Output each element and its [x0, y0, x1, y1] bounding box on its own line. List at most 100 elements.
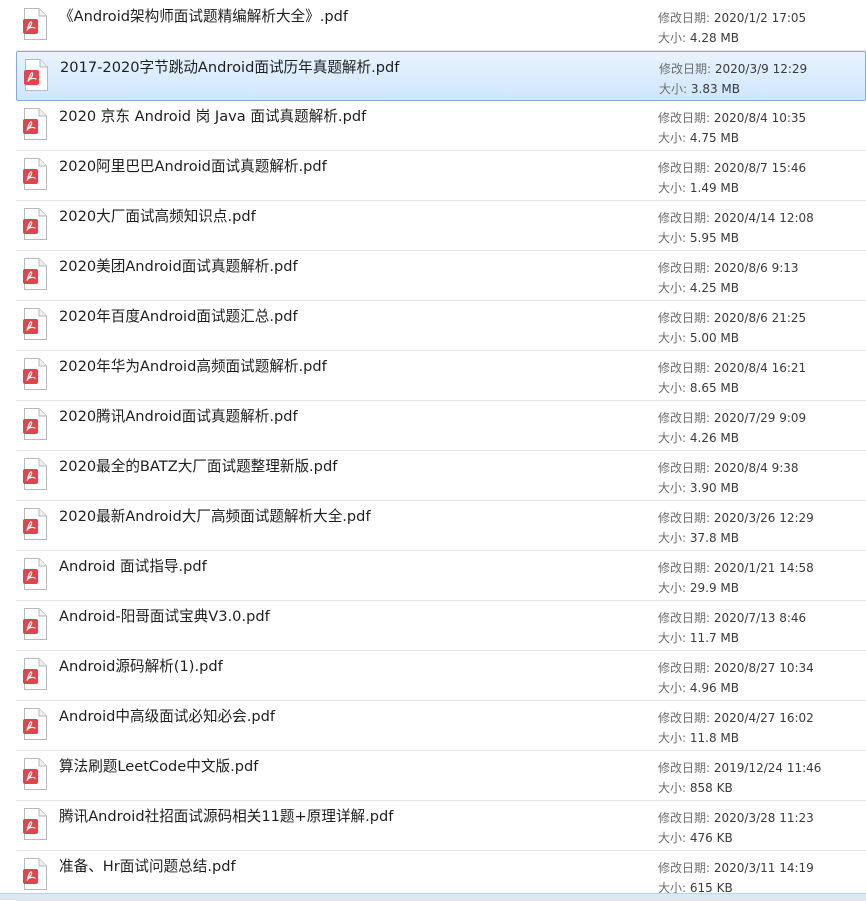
file-row[interactable]: Android 面试指导.pdf 修改日期: 2020/1/21 14:58 大… — [16, 551, 866, 601]
pdf-file-icon — [23, 808, 47, 840]
modified-label: 修改日期: — [658, 661, 711, 675]
file-name: Android中高级面试必知必会.pdf — [59, 708, 276, 725]
size-label: 大小: — [658, 31, 687, 45]
file-size: 大小: 3.90 MB — [658, 481, 739, 495]
modified-date: 修改日期: 2020/4/27 16:02 — [658, 711, 814, 725]
size-value: 4.75 MB — [689, 131, 739, 145]
file-size: 大小: 4.96 MB — [658, 681, 739, 695]
pdf-file-icon — [23, 608, 47, 640]
file-row[interactable]: Android源码解析(1).pdf 修改日期: 2020/8/27 10:34… — [16, 651, 866, 701]
file-row[interactable]: 2020阿里巴巴Android面试真题解析.pdf 修改日期: 2020/8/7… — [16, 151, 866, 201]
modified-value: 2020/8/4 10:35 — [713, 111, 807, 125]
modified-value: 2020/8/4 9:38 — [713, 461, 799, 475]
file-row[interactable]: 腾讯Android社招面试源码相关11题+原理详解.pdf 修改日期: 2020… — [16, 801, 866, 851]
modified-date: 修改日期: 2020/8/6 21:25 — [658, 311, 806, 325]
file-row[interactable]: Android中高级面试必知必会.pdf 修改日期: 2020/4/27 16:… — [16, 701, 866, 751]
file-name: 2020年百度Android面试题汇总.pdf — [59, 308, 298, 325]
modified-date: 修改日期: 2020/8/4 16:21 — [658, 361, 806, 375]
file-row[interactable]: 2017-2020字节跳动Android面试历年真题解析.pdf 修改日期: 2… — [16, 51, 866, 101]
modified-value: 2020/4/27 16:02 — [713, 711, 814, 725]
size-value: 11.7 MB — [689, 631, 739, 645]
pdf-file-icon — [23, 508, 47, 540]
file-row[interactable]: 2020 京东 Android 岗 Java 面试真题解析.pdf 修改日期: … — [16, 101, 866, 151]
file-size: 大小: 29.9 MB — [658, 581, 739, 595]
file-name: 2020最全的BATZ大厂面试题整理新版.pdf — [59, 458, 338, 475]
modified-date: 修改日期: 2020/8/27 10:34 — [658, 661, 814, 675]
modified-value: 2019/12/24 11:46 — [713, 761, 822, 775]
file-size: 大小: 4.26 MB — [658, 431, 739, 445]
modified-date: 修改日期: 2020/8/7 15:46 — [658, 161, 806, 175]
modified-date: 修改日期: 2020/1/2 17:05 — [658, 11, 806, 25]
file-row[interactable]: 2020年华为Android高频面试题解析.pdf 修改日期: 2020/8/4… — [16, 351, 866, 401]
modified-value: 2020/4/14 12:08 — [713, 211, 814, 225]
modified-label: 修改日期: — [658, 161, 711, 175]
modified-label: 修改日期: — [658, 411, 711, 425]
size-value: 5.00 MB — [689, 331, 739, 345]
modified-date: 修改日期: 2020/8/4 9:38 — [658, 461, 799, 475]
file-size: 大小: 1.49 MB — [658, 181, 739, 195]
file-size: 大小: 858 KB — [658, 781, 733, 795]
size-label: 大小: — [658, 781, 687, 795]
modified-label: 修改日期: — [658, 511, 711, 525]
modified-value: 2020/7/29 9:09 — [713, 411, 807, 425]
modified-label: 修改日期: — [658, 211, 711, 225]
file-name: 算法刷题LeetCode中文版.pdf — [59, 758, 259, 775]
modified-label: 修改日期: — [658, 861, 711, 875]
file-size: 大小: 3.83 MB — [659, 82, 740, 96]
pdf-file-icon — [23, 358, 47, 390]
size-label: 大小: — [658, 681, 687, 695]
file-name: 2020 京东 Android 岗 Java 面试真题解析.pdf — [59, 108, 367, 125]
file-row[interactable]: 2020美团Android面试真题解析.pdf 修改日期: 2020/8/6 9… — [16, 251, 866, 301]
modified-date: 修改日期: 2020/3/28 11:23 — [658, 811, 814, 825]
file-row[interactable]: Android-阳哥面试宝典V3.0.pdf 修改日期: 2020/7/13 8… — [16, 601, 866, 651]
file-row[interactable]: 《Android架构师面试题精编解析大全》.pdf 修改日期: 2020/1/2… — [16, 1, 866, 51]
size-value: 8.65 MB — [689, 381, 739, 395]
file-name: 2020年华为Android高频面试题解析.pdf — [59, 358, 327, 375]
file-name: Android源码解析(1).pdf — [59, 658, 223, 675]
modified-label: 修改日期: — [658, 611, 711, 625]
size-label: 大小: — [658, 481, 687, 495]
file-name: 2020大厂面试高频知识点.pdf — [59, 208, 256, 225]
size-label: 大小: — [658, 431, 687, 445]
modified-label: 修改日期: — [658, 311, 711, 325]
pdf-file-icon — [23, 208, 47, 240]
file-name: 准备、Hr面试问题总结.pdf — [59, 858, 236, 875]
pdf-file-icon — [23, 458, 47, 490]
size-label: 大小: — [658, 381, 687, 395]
pdf-file-icon — [23, 558, 47, 590]
size-label: 大小: — [658, 231, 687, 245]
modified-value: 2020/3/11 14:19 — [713, 861, 814, 875]
file-row[interactable]: 2020腾讯Android面试真题解析.pdf 修改日期: 2020/7/29 … — [16, 401, 866, 451]
modified-value: 2020/3/9 12:29 — [714, 62, 808, 76]
modified-date: 修改日期: 2020/3/11 14:19 — [658, 861, 814, 875]
file-row[interactable]: 2020大厂面试高频知识点.pdf 修改日期: 2020/4/14 12:08 … — [16, 201, 866, 251]
modified-label: 修改日期: — [658, 361, 711, 375]
file-size: 大小: 11.7 MB — [658, 631, 739, 645]
pdf-file-icon — [23, 108, 47, 140]
file-size: 大小: 5.00 MB — [658, 331, 739, 345]
file-name: 2020最新Android大厂高频面试题解析大全.pdf — [59, 508, 371, 525]
modified-value: 2020/3/26 12:29 — [713, 511, 814, 525]
size-label: 大小: — [658, 731, 687, 745]
modified-value: 2020/3/28 11:23 — [713, 811, 814, 825]
modified-label: 修改日期: — [658, 561, 711, 575]
modified-label: 修改日期: — [658, 111, 711, 125]
file-name: 《Android架构师面试题精编解析大全》.pdf — [59, 8, 349, 25]
file-row[interactable]: 算法刷题LeetCode中文版.pdf 修改日期: 2019/12/24 11:… — [16, 751, 866, 801]
pdf-file-icon — [23, 708, 47, 740]
modified-value: 2020/8/6 9:13 — [713, 261, 799, 275]
pdf-file-icon — [23, 258, 47, 290]
modified-value: 2020/8/27 10:34 — [713, 661, 814, 675]
file-size: 大小: 11.8 MB — [658, 731, 739, 745]
size-value: 476 KB — [689, 831, 733, 845]
file-name: 2020腾讯Android面试真题解析.pdf — [59, 408, 298, 425]
size-value: 3.90 MB — [689, 481, 739, 495]
pdf-file-icon — [23, 158, 47, 190]
modified-label: 修改日期: — [658, 761, 711, 775]
file-row[interactable]: 2020年百度Android面试题汇总.pdf 修改日期: 2020/8/6 2… — [16, 301, 866, 351]
file-row[interactable]: 2020最新Android大厂高频面试题解析大全.pdf 修改日期: 2020/… — [16, 501, 866, 551]
file-row[interactable]: 2020最全的BATZ大厂面试题整理新版.pdf 修改日期: 2020/8/4 … — [16, 451, 866, 501]
file-name: 腾讯Android社招面试源码相关11题+原理详解.pdf — [59, 808, 394, 825]
modified-date: 修改日期: 2020/8/6 9:13 — [658, 261, 799, 275]
modified-date: 修改日期: 2019/12/24 11:46 — [658, 761, 821, 775]
